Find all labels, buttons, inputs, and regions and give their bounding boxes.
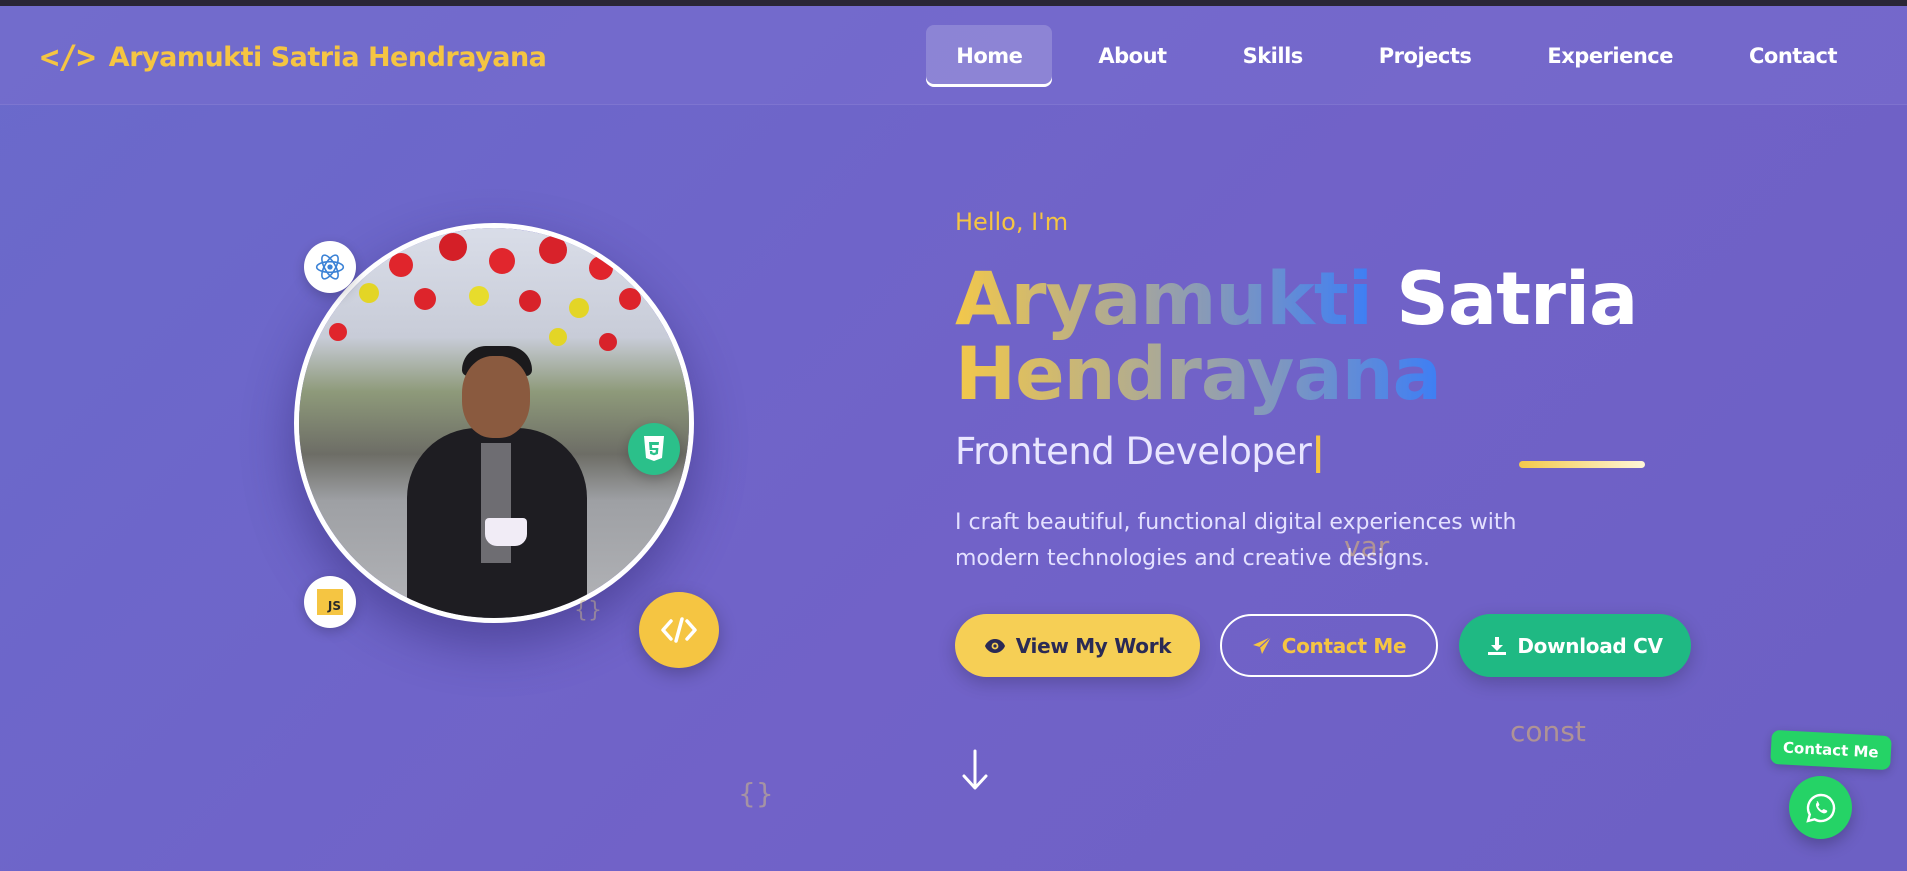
js-label: JS — [317, 589, 343, 615]
arrow-down-icon[interactable] — [960, 748, 990, 792]
profile-image — [299, 228, 689, 618]
floating-code-brace: {} — [574, 598, 602, 623]
floating-code-const: const — [1510, 715, 1586, 748]
react-icon — [304, 241, 356, 293]
whatsapp-icon — [1805, 793, 1835, 823]
download-cv-button[interactable]: Download CV — [1459, 614, 1691, 677]
nav-item-contact[interactable]: Contact — [1719, 25, 1867, 87]
hero-name-middle: Satria — [1396, 257, 1638, 342]
whatsapp-button[interactable] — [1789, 776, 1852, 839]
view-my-work-label: View My Work — [1015, 633, 1172, 658]
nav-item-home[interactable]: Home — [926, 25, 1053, 87]
code-brackets-icon: </> — [40, 38, 96, 76]
download-cv-label: Download CV — [1517, 633, 1663, 658]
contact-me-label: Contact Me — [1281, 633, 1407, 658]
download-icon — [1488, 636, 1507, 655]
paper-plane-icon — [1252, 636, 1272, 654]
contact-me-button[interactable]: Contact Me — [1220, 614, 1438, 677]
hero-greeting: Hello, I'm — [955, 208, 1069, 236]
hero-role: Frontend Developer| — [955, 430, 1325, 473]
nav-item-about[interactable]: About — [1068, 25, 1196, 87]
floating-code-brace: {} — [738, 777, 774, 810]
hero-name-first: Aryamukti — [955, 257, 1373, 342]
main-nav: Home About Skills Projects Experience Co… — [926, 25, 1867, 87]
profile-photo — [294, 223, 694, 623]
code-icon[interactable] — [639, 592, 719, 668]
hero-description: I craft beautiful, functional digital ex… — [955, 510, 1517, 571]
nav-item-projects[interactable]: Projects — [1349, 25, 1502, 87]
hero-role-text: Frontend Developer — [955, 430, 1312, 473]
hero-name: Aryamukti Satria Hendrayana — [955, 262, 1755, 412]
html5-icon — [628, 423, 680, 475]
brand-name: Aryamukti Satria Hendrayana — [108, 41, 547, 73]
nav-item-experience[interactable]: Experience — [1517, 25, 1703, 87]
brand-logo[interactable]: </> Aryamukti Satria Hendrayana — [40, 38, 547, 76]
typing-cursor: | — [1311, 430, 1325, 473]
navbar: </> Aryamukti Satria Hendrayana Home Abo… — [0, 6, 1907, 105]
nav-item-skills[interactable]: Skills — [1213, 25, 1333, 87]
javascript-icon: JS — [304, 576, 356, 628]
decorative-line — [1519, 461, 1645, 468]
view-my-work-button[interactable]: View My Work — [955, 614, 1200, 677]
eye-icon — [984, 638, 1005, 653]
whatsapp-contact-label[interactable]: Contact Me — [1770, 729, 1892, 771]
hero-name-last: Hendrayana — [955, 332, 1442, 417]
